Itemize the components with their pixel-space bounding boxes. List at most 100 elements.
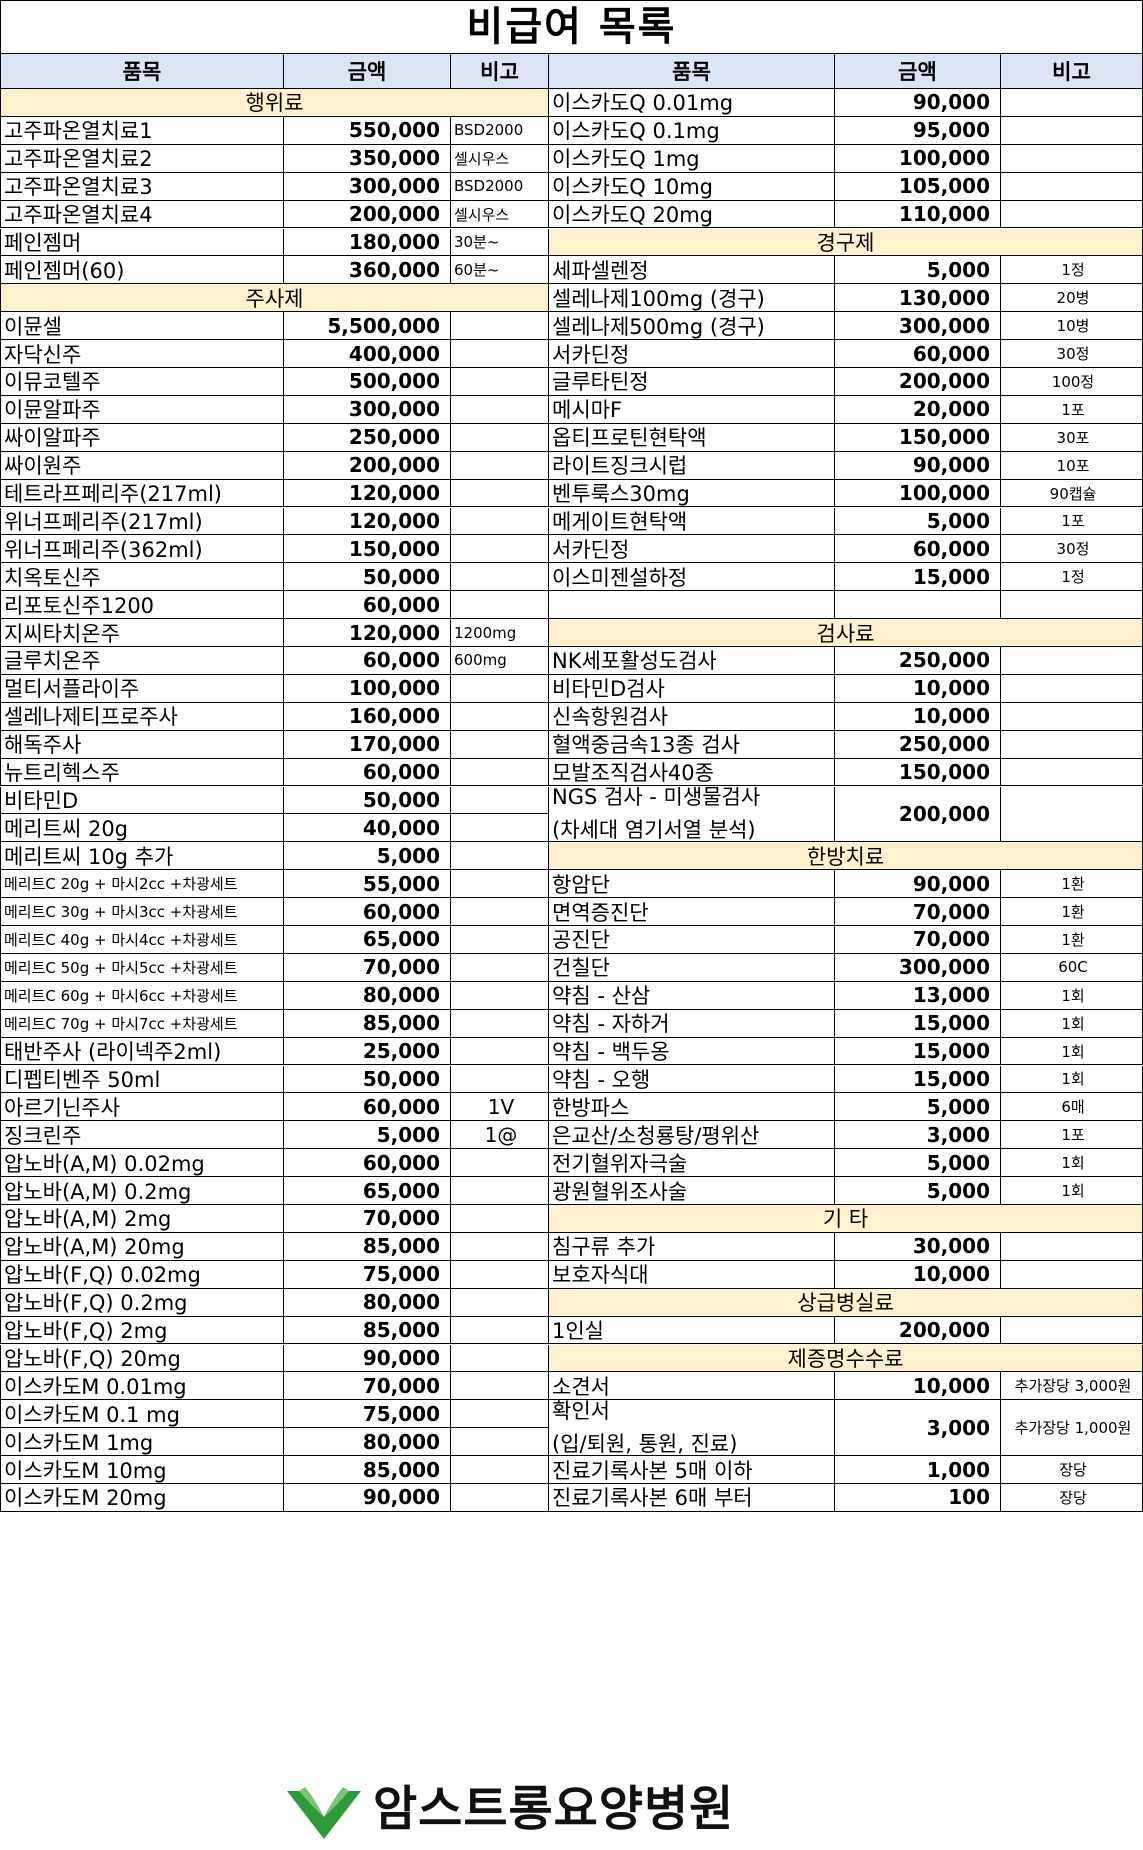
item-note: 30분~	[451, 228, 549, 257]
item-price: 180,000	[284, 228, 451, 257]
item-price: 15,000	[835, 1065, 1001, 1094]
item-note	[451, 1260, 549, 1289]
item-price: 500,000	[284, 368, 451, 396]
item-name: 멀티서플라이주	[0, 674, 284, 703]
item-price: 65,000	[284, 926, 451, 954]
item-name: 약침 - 백두옹	[549, 1037, 835, 1066]
item-note: 1포	[1001, 1121, 1143, 1150]
item-note	[451, 507, 549, 536]
item-note	[451, 1009, 549, 1038]
item-name: 이스카도Q 1mg	[549, 144, 835, 173]
item-note	[451, 786, 549, 815]
item-name-line2: (차세대 염기서열 분석)	[552, 817, 756, 842]
item-note	[451, 1344, 549, 1373]
item-price: 90,000	[284, 1484, 451, 1512]
item-name: 페인젬머	[0, 228, 284, 257]
section-header: 상급병실료	[549, 1288, 1143, 1317]
item-price: 50,000	[284, 1065, 451, 1094]
item-price: 40,000	[284, 814, 451, 843]
item-name: 이뮨셀	[0, 312, 284, 341]
item-name: 비타민D검사	[549, 674, 835, 703]
item-name: 벤투룩스30mg	[549, 479, 835, 508]
item-note: 30정	[1001, 340, 1143, 368]
header-item: 품목	[0, 54, 284, 89]
item-price: 60,000	[835, 535, 1001, 564]
item-name: 이스카도M 10mg	[0, 1456, 284, 1484]
item-price: 60,000	[284, 1093, 451, 1122]
item-note: 1환	[1001, 870, 1143, 899]
item-note	[1001, 1316, 1143, 1345]
item-price: 5,000	[835, 256, 1001, 285]
item-price: 75,000	[284, 1260, 451, 1289]
item-price: 30,000	[835, 1232, 1001, 1261]
item-note	[451, 1288, 549, 1317]
item-price: 85,000	[284, 1456, 451, 1484]
item-name: 약침 - 산삼	[549, 981, 835, 1010]
item-name: 메리트C 40g + 마시4cc +차광세트	[0, 926, 284, 954]
item-price: 75,000	[284, 1400, 451, 1429]
item-note: 10병	[1001, 312, 1143, 341]
item-name: 공진단	[549, 926, 835, 954]
item-name: 디펩티벤주 50ml	[0, 1065, 284, 1094]
item-name: 신속항원검사	[549, 702, 835, 731]
item-name: 셀레나제티프로주사	[0, 702, 284, 731]
item-name: 메리트C 20g + 마시2cc +차광세트	[0, 870, 284, 899]
item-name: 셀레나제100mg (경구)	[549, 284, 835, 313]
item-name: 메리트C 50g + 마시5cc +차광세트	[0, 953, 284, 982]
item-price: 80,000	[284, 1428, 451, 1457]
item-note: 1회	[1001, 1177, 1143, 1205]
item-price: 15,000	[835, 563, 1001, 592]
header-price: 금액	[284, 54, 451, 89]
item-price: 200,000	[835, 786, 1001, 843]
item-note	[451, 814, 549, 843]
item-note	[451, 674, 549, 703]
section-header: 주사제	[0, 284, 549, 313]
item-note: 장당	[1001, 1456, 1143, 1484]
item-price: 85,000	[284, 1009, 451, 1038]
item-price: 5,000	[835, 507, 1001, 536]
item-note	[1001, 1232, 1143, 1261]
item-name: 세파셀렌정	[549, 256, 835, 285]
item-price: 70,000	[835, 898, 1001, 926]
item-price: 5,000	[835, 1149, 1001, 1178]
item-price: 400,000	[284, 340, 451, 368]
item-name: 고주파온열치료1	[0, 116, 284, 145]
item-price: 250,000	[835, 730, 1001, 759]
item-note: 1회	[1001, 1037, 1143, 1066]
item-note	[1001, 89, 1143, 117]
item-price	[835, 591, 1001, 620]
item-note: 셀시우스	[451, 200, 549, 229]
item-name: 라이트징크시럽	[549, 451, 835, 480]
item-price: 10,000	[835, 702, 1001, 731]
item-price: 25,000	[284, 1037, 451, 1066]
item-name: 이스카도Q 0.1mg	[549, 116, 835, 145]
hospital-name: 암스트롱요양병원	[373, 1781, 735, 1837]
item-name: 압노바(A,M) 2mg	[0, 1205, 284, 1233]
item-note: 1포	[1001, 395, 1143, 424]
item-price: 60,000	[284, 647, 451, 675]
item-name: 압노바(F,Q) 0.2mg	[0, 1288, 284, 1317]
item-note	[451, 898, 549, 926]
item-price: 150,000	[284, 535, 451, 564]
item-name: 싸이알파주	[0, 423, 284, 452]
item-name: 이스미젠설하정	[549, 563, 835, 592]
item-price: 85,000	[284, 1316, 451, 1345]
header-item: 품목	[549, 54, 835, 89]
item-price: 200,000	[284, 200, 451, 229]
item-name: 건칠단	[549, 953, 835, 982]
item-name: 전기혈위자극술	[549, 1149, 835, 1178]
item-price: 13,000	[835, 981, 1001, 1010]
item-price: 300,000	[284, 172, 451, 201]
item-price: 95,000	[835, 116, 1001, 145]
item-name: 압노바(F,Q) 0.02mg	[0, 1260, 284, 1289]
item-note: 1환	[1001, 898, 1143, 926]
leaf-logo-icon	[287, 1787, 361, 1839]
item-name-line1: NGS 검사 - 미생물검사	[552, 786, 761, 809]
item-note	[1001, 116, 1143, 145]
section-header: 행위료	[0, 89, 549, 117]
item-note: 1포	[1001, 507, 1143, 536]
item-price: 360,000	[284, 256, 451, 285]
item-price: 150,000	[835, 758, 1001, 787]
item-name: 테트라프페리주(217ml)	[0, 479, 284, 508]
item-name: 서카딘정	[549, 340, 835, 368]
